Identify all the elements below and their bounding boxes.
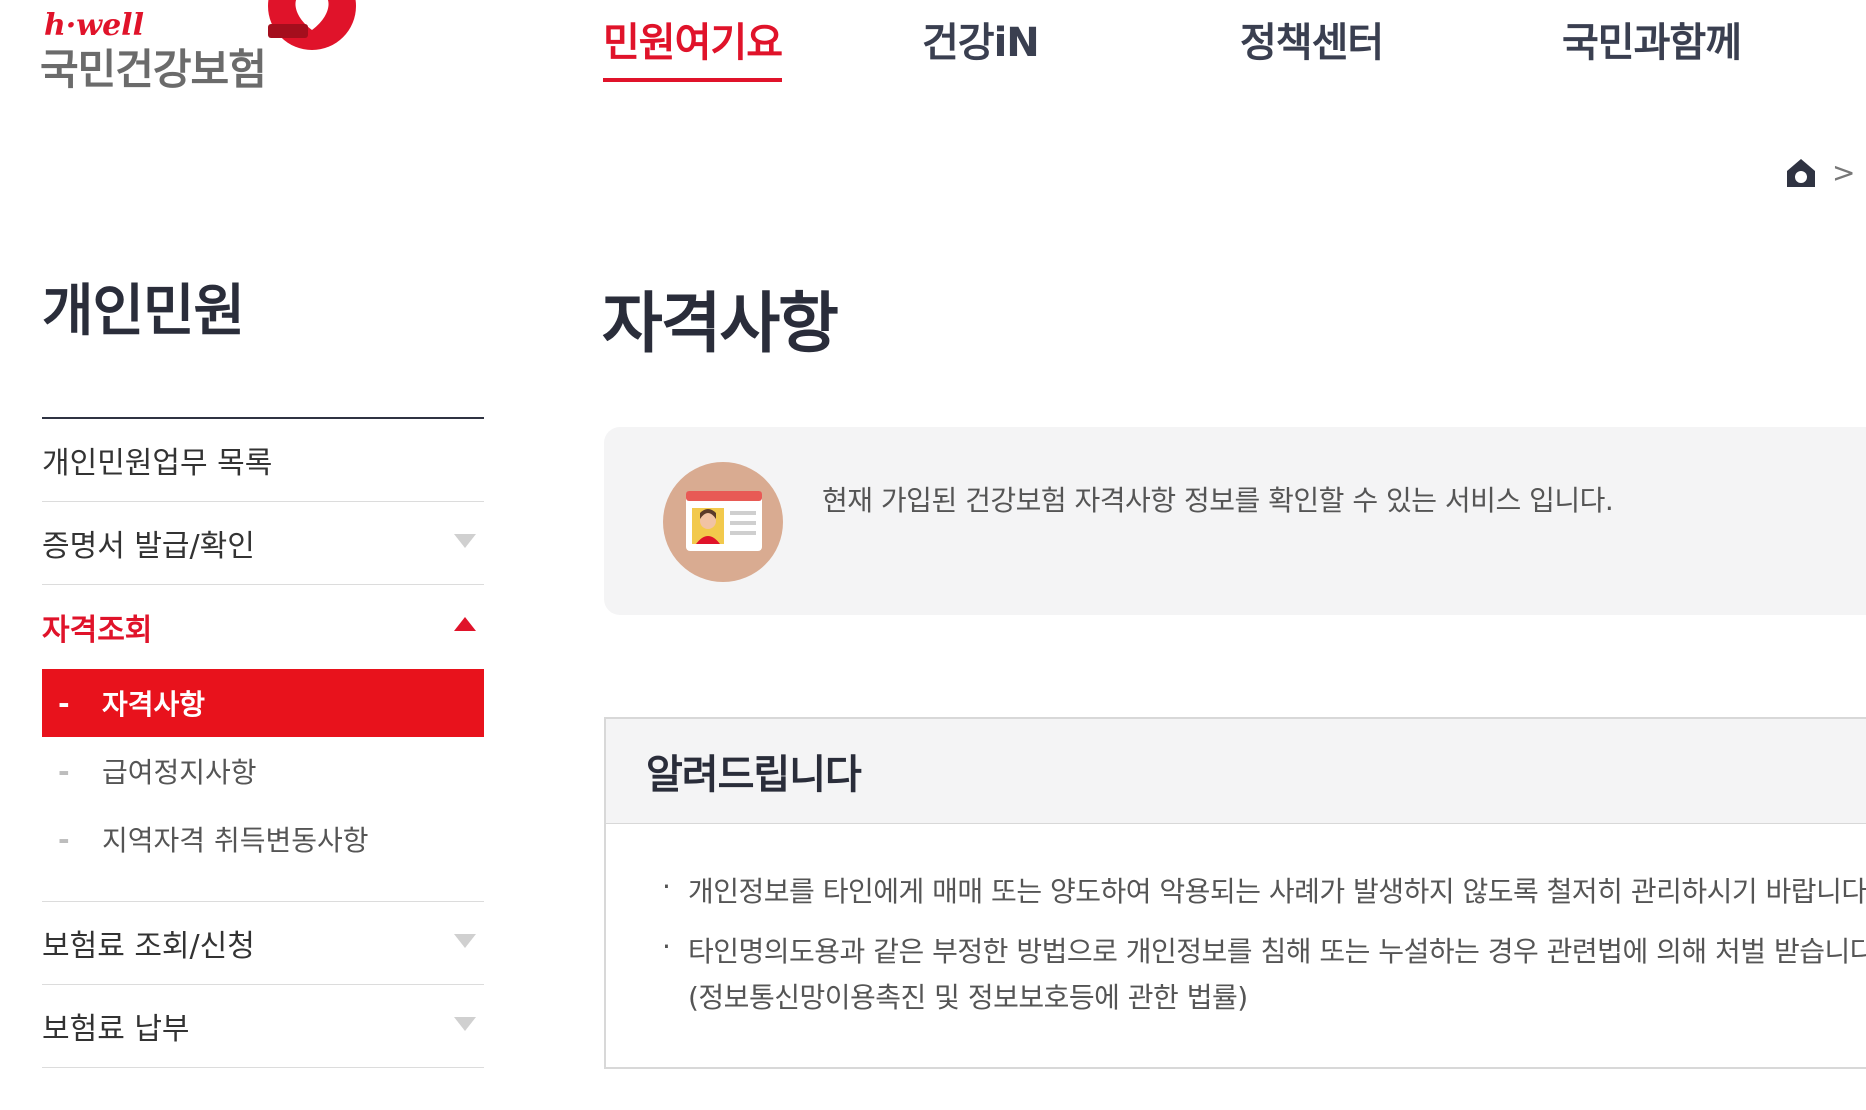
service-intro-text: 현재 가입된 건강보험 자격사항 정보를 확인할 수 있는 서비스 입니다.	[822, 484, 1614, 517]
notice-item: · 개인정보를 타인에게 매매 또는 양도하여 악용되는 사례가 발생하지 않도…	[662, 870, 1866, 910]
notice-text: 타인명의도용과 같은 부정한 방법으로 개인정보를 침해 또는 누설하는 경우 …	[688, 935, 1866, 968]
chevron-down-icon	[454, 534, 476, 548]
notice-text: (정보통신망이용촉진 및 정보보호등에 관한 법률)	[688, 981, 1248, 1014]
breadcrumb-separator: >	[1832, 156, 1856, 189]
sidebar-item-label: 보험료 조회/신청	[42, 929, 255, 964]
sidebar-submenu: - 자격사항 - 급여정지사항 - 지역자격 취득변동사항	[42, 669, 484, 902]
sidebar-title: 개인민원	[42, 279, 245, 344]
gnb-item-civil-service[interactable]: 민원여기요	[603, 10, 783, 82]
id-card-icon	[663, 462, 783, 582]
breadcrumb: >	[1784, 156, 1855, 189]
sidebar: 개인민원업무 목록 증명서 발급/확인 자격조회 - 자격사항 - 급여정지사항…	[42, 419, 484, 1068]
sidebar-item-premium-inquiry[interactable]: 보험료 조회/신청	[42, 902, 484, 985]
notice-header: 알려드립니다	[606, 719, 1866, 824]
heart-icon	[268, 0, 356, 50]
sidebar-item-label: 자격조회	[42, 613, 153, 648]
notice-item-continuation: (정보통신망이용촉진 및 정보보호등에 관한 법률)	[662, 976, 1866, 1016]
sidebar-subitem-label: 지역자격 취득변동사항	[102, 824, 369, 857]
home-icon[interactable]	[1784, 157, 1818, 189]
sidebar-item-premium-payment[interactable]: 보험료 납부	[42, 985, 484, 1068]
gnb-item-with-people[interactable]: 국민과함께	[1562, 10, 1742, 78]
sidebar-subitem-regional-changes[interactable]: - 지역자격 취득변동사항	[42, 805, 484, 873]
logo-name: 국민건강보험	[40, 45, 267, 94]
sidebar-item-label: 보험료 납부	[42, 1012, 190, 1047]
dash-icon: -	[58, 822, 70, 856]
sidebar-subitem-label: 급여정지사항	[102, 756, 257, 789]
sidebar-item-label: 개인민원업무 목록	[42, 446, 273, 481]
sidebar-item-label: 증명서 발급/확인	[42, 529, 255, 564]
chevron-down-icon	[454, 934, 476, 948]
site-logo[interactable]: h·well 국민건강보험	[40, 0, 356, 95]
bullet-icon: ·	[662, 870, 671, 903]
chevron-down-icon	[454, 1017, 476, 1031]
sidebar-subitem-benefit-suspension[interactable]: - 급여정지사항	[42, 737, 484, 805]
sidebar-item-qualification[interactable]: 자격조회	[42, 585, 484, 669]
gnb-item-policy-center[interactable]: 정책센터	[1240, 10, 1384, 78]
notice-title: 알려드립니다	[646, 752, 862, 798]
page-title: 자격사항	[602, 285, 839, 362]
bullet-icon: ·	[662, 930, 671, 963]
sidebar-item-work-list[interactable]: 개인민원업무 목록	[42, 419, 484, 502]
sidebar-item-certificate[interactable]: 증명서 발급/확인	[42, 502, 484, 585]
service-intro-box: 현재 가입된 건강보험 자격사항 정보를 확인할 수 있는 서비스 입니다.	[604, 427, 1866, 615]
dash-icon: -	[58, 686, 70, 720]
notice-body: · 개인정보를 타인에게 매매 또는 양도하여 악용되는 사례가 발생하지 않도…	[606, 824, 1866, 1016]
sidebar-subitem-label: 자격사항	[102, 688, 206, 721]
notice-text: 개인정보를 타인에게 매매 또는 양도하여 악용되는 사례가 발생하지 않도록 …	[688, 875, 1866, 908]
sidebar-subitem-qualification-details[interactable]: - 자격사항	[42, 669, 484, 737]
notice-panel: 알려드립니다 · 개인정보를 타인에게 매매 또는 양도하여 악용되는 사례가 …	[604, 717, 1866, 1069]
chevron-up-icon	[454, 617, 476, 631]
gnb-item-health-in[interactable]: 건강iN	[922, 10, 1040, 78]
notice-item: · 타인명의도용과 같은 부정한 방법으로 개인정보를 침해 또는 누설하는 경…	[662, 930, 1866, 970]
dash-icon: -	[58, 754, 70, 788]
